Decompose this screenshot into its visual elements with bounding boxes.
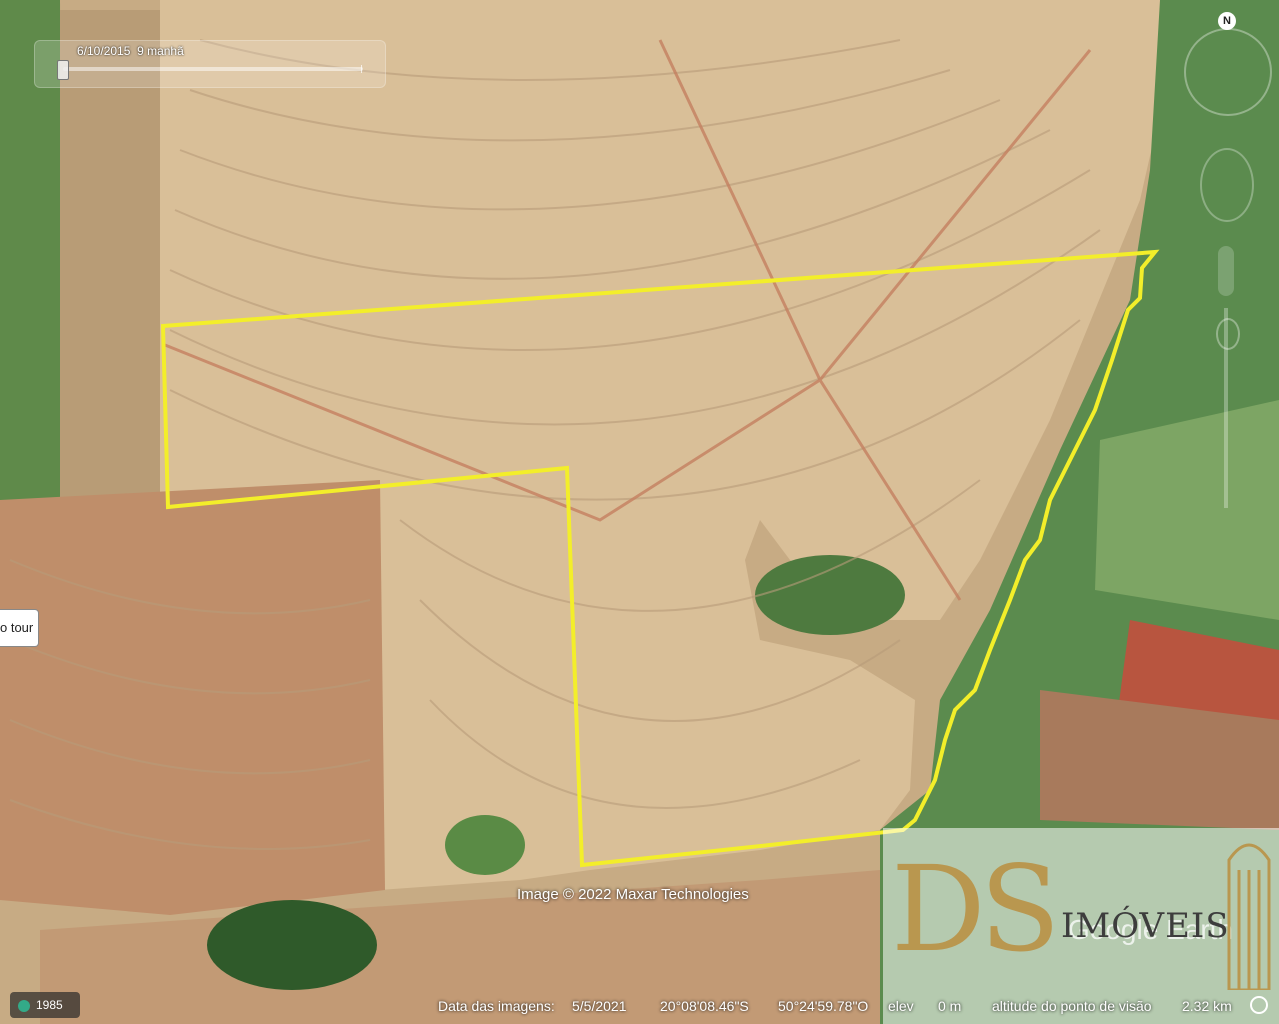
time-slider[interactable]: 6/10/2015 9 manhã — [34, 40, 386, 88]
watermark-brand: DS — [891, 840, 1060, 978]
elevation-value: 0 m — [938, 998, 962, 1014]
tour-button[interactable]: o tour — [0, 609, 39, 647]
look-control-icon[interactable] — [1200, 148, 1254, 222]
field-lower-left — [0, 480, 385, 915]
imagery-credit: Image © 2022 Maxar Technologies — [517, 886, 749, 903]
slider-thumb[interactable] — [57, 60, 69, 80]
street-view-icon[interactable] — [1218, 246, 1234, 296]
status-bar: 1985 Data das imagens: 5/5/2021 20°08'08… — [0, 988, 1279, 1024]
imagery-date-label: Data das imagens: — [438, 998, 555, 1014]
green-patch — [445, 815, 525, 875]
north-indicator[interactable]: N — [1218, 12, 1236, 30]
historical-imagery-button[interactable]: 1985 — [10, 992, 80, 1018]
zoom-slider-knob[interactable] — [1216, 318, 1240, 350]
longitude: 50°24'59.78"O — [778, 998, 869, 1014]
slider-track[interactable] — [63, 67, 363, 71]
green-patch-2 — [755, 555, 905, 635]
time-slider-label: 6/10/2015 9 manhã — [77, 44, 184, 58]
eye-altitude-label: altitude do ponto de visão — [992, 998, 1152, 1014]
slider-tick — [361, 65, 362, 73]
imagery-date: 5/5/2021 — [572, 998, 627, 1014]
building-icon — [1227, 843, 1271, 990]
elevation-label: elev — [888, 998, 914, 1014]
tree-clump — [207, 900, 377, 990]
latitude: 20°08'08.46"S — [660, 998, 749, 1014]
status-indicator-icon — [1250, 996, 1268, 1014]
watermark-text: IMÓVEIS — [1061, 906, 1230, 946]
compass-icon[interactable] — [1184, 28, 1272, 116]
navigation-controls[interactable]: N — [1180, 8, 1272, 538]
eye-altitude-value: 2.32 km — [1182, 998, 1232, 1014]
historical-imagery-icon — [18, 999, 30, 1012]
